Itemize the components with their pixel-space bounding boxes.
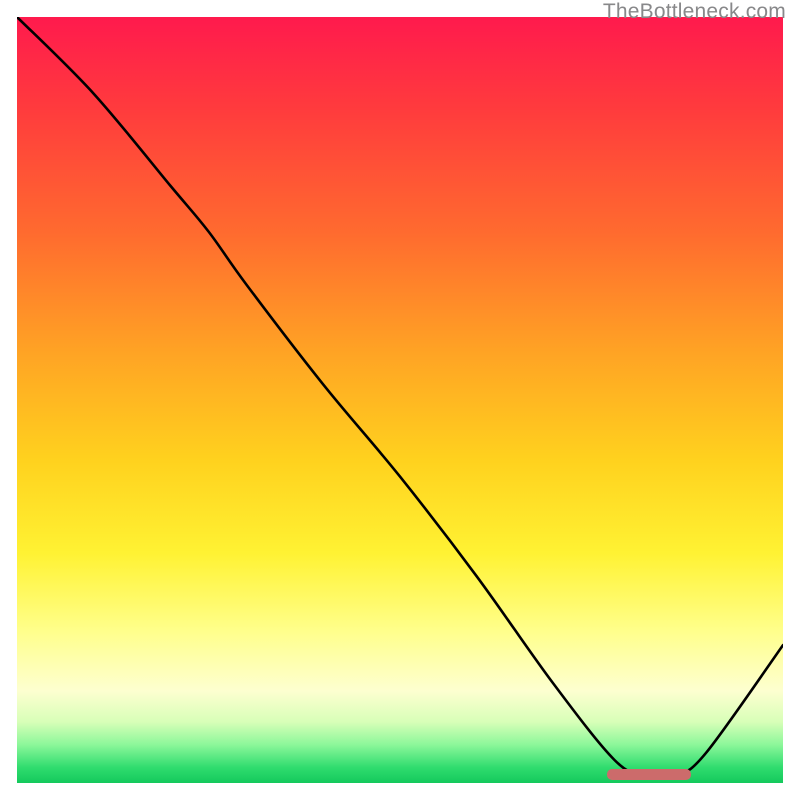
watermark-text: TheBottleneck.com bbox=[603, 0, 786, 24]
gradient-background bbox=[17, 17, 783, 783]
optimum-marker bbox=[607, 769, 691, 780]
chart-stage: TheBottleneck.com bbox=[0, 0, 800, 800]
